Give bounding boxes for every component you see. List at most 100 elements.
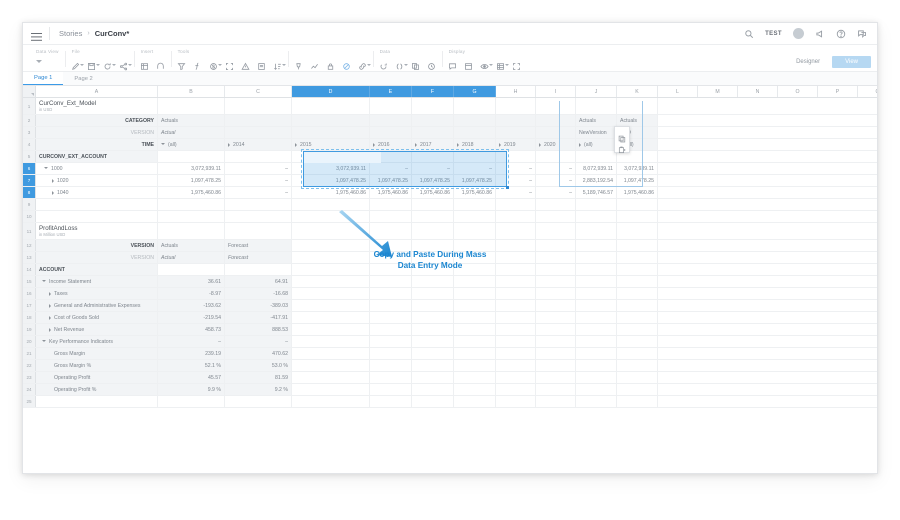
megaphone-icon[interactable] (815, 29, 825, 39)
cell-2019[interactable]: – (496, 175, 536, 186)
cell[interactable] (225, 396, 292, 407)
row-header-4[interactable]: 4 (23, 139, 36, 150)
row-header-7[interactable]: 7 (23, 175, 36, 186)
pnl-row-income-statement[interactable]: Income Statement (36, 276, 158, 287)
cell[interactable] (496, 312, 536, 323)
cell[interactable] (370, 396, 412, 407)
help-icon[interactable] (836, 29, 846, 39)
cell-total[interactable]: 1,097,478.25 (158, 175, 225, 186)
cell[interactable] (576, 98, 617, 114)
pnl-row-gross-margin-pct[interactable]: Gross Margin % (36, 360, 158, 371)
cell[interactable] (412, 223, 454, 239)
cell[interactable] (617, 288, 658, 299)
table-row[interactable]: 25 (23, 396, 877, 408)
view-button[interactable]: View (832, 56, 871, 68)
cell[interactable] (412, 396, 454, 407)
row-header-25[interactable]: 25 (23, 396, 36, 407)
cell[interactable] (225, 98, 292, 114)
pnl-value-actual[interactable]: 9.9 % (158, 384, 225, 395)
cell[interactable] (536, 300, 576, 311)
cell[interactable] (292, 360, 370, 371)
table-row[interactable]: 7 1020 1,097,478.25 – 1,097,478.25 1,097… (23, 175, 877, 187)
table-row[interactable]: 2 CATEGORY Actuals Actuals Actuals (23, 115, 877, 127)
row-header-21[interactable]: 21 (23, 348, 36, 359)
cell-2014[interactable]: – (225, 187, 292, 198)
cell-2020[interactable]: – (536, 175, 576, 186)
cell[interactable] (158, 211, 225, 222)
row-header-17[interactable]: 17 (23, 300, 36, 311)
cell[interactable] (496, 115, 536, 126)
cell[interactable] (412, 115, 454, 126)
cell[interactable] (412, 336, 454, 347)
cell[interactable] (454, 211, 496, 222)
cell[interactable] (292, 348, 370, 359)
pnl-value-actual[interactable]: -193.62 (158, 300, 225, 311)
column-header-B[interactable]: B (158, 86, 225, 97)
cell-2019[interactable]: – (496, 187, 536, 198)
paste-icon[interactable] (618, 141, 626, 154)
cell-newversion[interactable]: 5,189,746.57 (576, 187, 617, 198)
table-row[interactable]: 16 Taxes -8.97 -16.68 (23, 288, 877, 300)
column-header-K[interactable]: K (617, 86, 658, 97)
cell[interactable] (576, 151, 617, 162)
cell-2015[interactable]: 1,975,460.86 (292, 187, 370, 198)
cell[interactable] (454, 127, 496, 138)
cell[interactable] (454, 98, 496, 114)
lock-icon[interactable] (326, 58, 335, 70)
pnl-row-ga-expenses[interactable]: General and Administrative Expenses (36, 300, 158, 311)
row-header-23[interactable]: 23 (23, 372, 36, 383)
filter-icon[interactable] (177, 58, 186, 71)
pnl-value-forecast[interactable]: -389.03 (225, 300, 292, 311)
cell-2020[interactable]: – (536, 163, 576, 174)
table-row[interactable]: 17 General and Administrative Expenses -… (23, 300, 877, 312)
cell[interactable] (617, 240, 658, 251)
cell[interactable] (370, 312, 412, 323)
year-cell-2019[interactable]: 2019 (496, 139, 536, 150)
pnl-value-actual[interactable]: -219.54 (158, 312, 225, 323)
cell[interactable] (158, 264, 225, 275)
column-header-E[interactable]: E (370, 86, 412, 97)
year-cell-2016[interactable]: 2016 (370, 139, 412, 150)
cell[interactable] (158, 223, 225, 239)
table-row[interactable]: 3 VERSION Actual NewVersion USD (23, 127, 877, 139)
cell[interactable] (454, 312, 496, 323)
cell[interactable] (454, 276, 496, 287)
cell[interactable] (576, 348, 617, 359)
pnl-row-taxes[interactable]: Taxes (36, 288, 158, 299)
column-header-J[interactable]: J (576, 86, 617, 97)
cell[interactable] (496, 300, 536, 311)
cell[interactable] (536, 288, 576, 299)
column-header-C[interactable]: C (225, 86, 292, 97)
pnl-row-gross-margin[interactable]: Gross Margin (36, 348, 158, 359)
cell[interactable] (158, 199, 225, 210)
cell-usd[interactable]: 1,097,478.25 (617, 175, 658, 186)
cell[interactable] (412, 360, 454, 371)
row-header-1[interactable]: 1 (23, 98, 36, 114)
cell[interactable] (536, 199, 576, 210)
cell[interactable] (36, 211, 158, 222)
cell[interactable] (225, 223, 292, 239)
version-value[interactable]: Actual (158, 127, 225, 138)
cell[interactable] (576, 276, 617, 287)
table-row[interactable]: 18 Cost of Goods Sold -219.54 -417.91 (23, 312, 877, 324)
column-header-M[interactable]: M (698, 86, 738, 97)
cell[interactable] (370, 372, 412, 383)
cell-usd[interactable]: 1,975,460.86 (617, 187, 658, 198)
cell[interactable] (617, 98, 658, 114)
pnl-value-actual[interactable]: 458.73 (158, 324, 225, 335)
cell[interactable] (576, 396, 617, 407)
cell[interactable] (454, 360, 496, 371)
edit-pencil-icon[interactable] (71, 58, 84, 70)
pnl-value-actual[interactable]: 52.1 % (158, 360, 225, 371)
breadcrumb-root[interactable]: Stories (59, 29, 82, 38)
row-header-12[interactable]: 12 (23, 240, 36, 251)
row-header-2[interactable]: 2 (23, 115, 36, 126)
cell[interactable] (292, 276, 370, 287)
cell[interactable] (292, 288, 370, 299)
extra-header-ver-1[interactable]: NewVersion (576, 127, 617, 138)
table-row[interactable]: 10 (23, 211, 877, 223)
table-row[interactable]: 23 Operating Profit 45.57 81.59 (23, 372, 877, 384)
time-value-cell[interactable]: (all) (158, 139, 225, 150)
cell[interactable] (536, 252, 576, 263)
cell[interactable] (496, 372, 536, 383)
